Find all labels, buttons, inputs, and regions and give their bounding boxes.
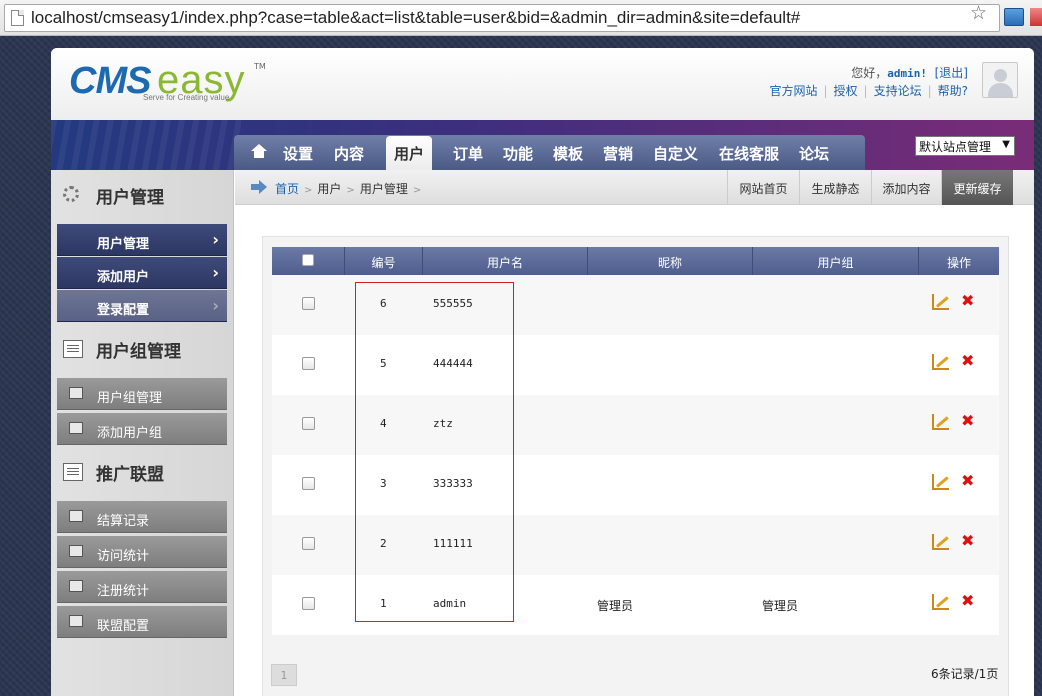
url-text[interactable]: localhost/cmseasy1/index.php?case=table&… — [31, 8, 800, 28]
delete-icon[interactable]: ✖ — [961, 471, 974, 490]
top-links: 官方网站 | 授权 | 支持论坛 | 帮助? — [769, 84, 968, 98]
edit-icon[interactable] — [932, 594, 949, 610]
header-nickname: 昵称 — [588, 247, 753, 275]
cell-group: 管理员 — [762, 599, 799, 613]
cell-username: ztz — [433, 417, 453, 430]
avatar[interactable] — [982, 62, 1018, 98]
row-checkbox[interactable] — [302, 417, 315, 430]
user-greeting: 您好，admin! [退出] — [851, 64, 968, 81]
row-checkbox[interactable] — [302, 537, 315, 550]
select-all-checkbox[interactable] — [302, 254, 314, 266]
row-checkbox[interactable] — [302, 357, 315, 370]
cell-username: 555555 — [433, 297, 473, 310]
cell-id: 3 — [380, 477, 387, 490]
cmseasy-logo: CMS easy TM Serve for Creating value — [69, 58, 269, 106]
cell-id: 5 — [380, 357, 387, 370]
edit-icon[interactable] — [932, 354, 949, 370]
cell-id: 1 — [380, 597, 387, 610]
cell-nickname: 管理员 — [597, 599, 634, 613]
edit-icon[interactable] — [932, 414, 949, 430]
row-checkbox[interactable] — [302, 597, 315, 610]
page-icon — [11, 10, 24, 26]
edit-icon[interactable] — [932, 474, 949, 490]
header-actions: 操作 — [946, 256, 971, 270]
header-select-all[interactable] — [272, 247, 345, 275]
cell-id: 6 — [380, 297, 387, 310]
delete-icon[interactable]: ✖ — [961, 531, 974, 550]
table-row: 4 ztz ✖ — [272, 395, 999, 455]
username-link[interactable]: admin! — [887, 67, 927, 80]
greeting-text: 您好， — [851, 66, 888, 80]
extension-icon-2[interactable] — [1030, 8, 1042, 26]
browser-toolbar: localhost/cmseasy1/index.php?case=table&… — [0, 0, 1042, 36]
cell-username: 444444 — [433, 357, 473, 370]
logo-tagline: Serve for Creating value — [143, 93, 230, 102]
delete-icon[interactable]: ✖ — [961, 291, 974, 310]
top-header: CMS easy TM Serve for Creating value 您好，… — [51, 48, 1034, 120]
table-row: 5 444444 ✖ — [272, 335, 999, 395]
table-row: 6 555555 ✖ — [272, 275, 999, 335]
logo-tm: TM — [254, 62, 266, 71]
table-row: 2 111111 ✖ — [272, 515, 999, 575]
logout-link[interactable]: [退出] — [935, 66, 968, 80]
logo-cms: CMS — [69, 60, 151, 102]
official-site-link[interactable]: 官方网站 — [769, 84, 817, 98]
table-row: 3 333333 ✖ — [272, 455, 999, 515]
header-username: 用户名 — [423, 247, 588, 275]
address-bar[interactable]: localhost/cmseasy1/index.php?case=table&… — [4, 4, 1000, 32]
cell-id: 2 — [380, 537, 387, 550]
bookmark-star-icon[interactable]: ☆ — [970, 2, 987, 24]
table-header: 编号 用户名 昵称 用户组 操作 — [272, 247, 999, 275]
header-id: 编号 — [345, 247, 423, 275]
extension-icon[interactable] — [1004, 8, 1024, 26]
cell-username: 111111 — [433, 537, 473, 550]
delete-icon[interactable]: ✖ — [961, 351, 974, 370]
delete-icon[interactable]: ✖ — [961, 591, 974, 610]
delete-icon[interactable]: ✖ — [961, 411, 974, 430]
license-link[interactable]: 授权 — [834, 84, 858, 98]
forum-link[interactable]: 支持论坛 — [874, 84, 922, 98]
pager-info: 6条记录/1页 — [931, 667, 999, 681]
header-group: 用户组 — [753, 247, 919, 275]
table-body: 6 555555 ✖ 5 444444 ✖ 4 ztz ✖ 3 333333 ✖… — [272, 275, 999, 635]
row-checkbox[interactable] — [302, 297, 315, 310]
help-link[interactable]: 帮助? — [938, 84, 968, 98]
cell-username: admin — [433, 597, 467, 610]
cell-id: 4 — [380, 417, 387, 430]
row-checkbox[interactable] — [302, 477, 315, 490]
cell-username: 333333 — [433, 477, 473, 490]
page-number-button[interactable]: 1 — [271, 664, 297, 686]
edit-icon[interactable] — [932, 294, 949, 310]
edit-icon[interactable] — [932, 534, 949, 550]
table-row: 1 admin 管理员 管理员 ✖ — [272, 575, 999, 635]
